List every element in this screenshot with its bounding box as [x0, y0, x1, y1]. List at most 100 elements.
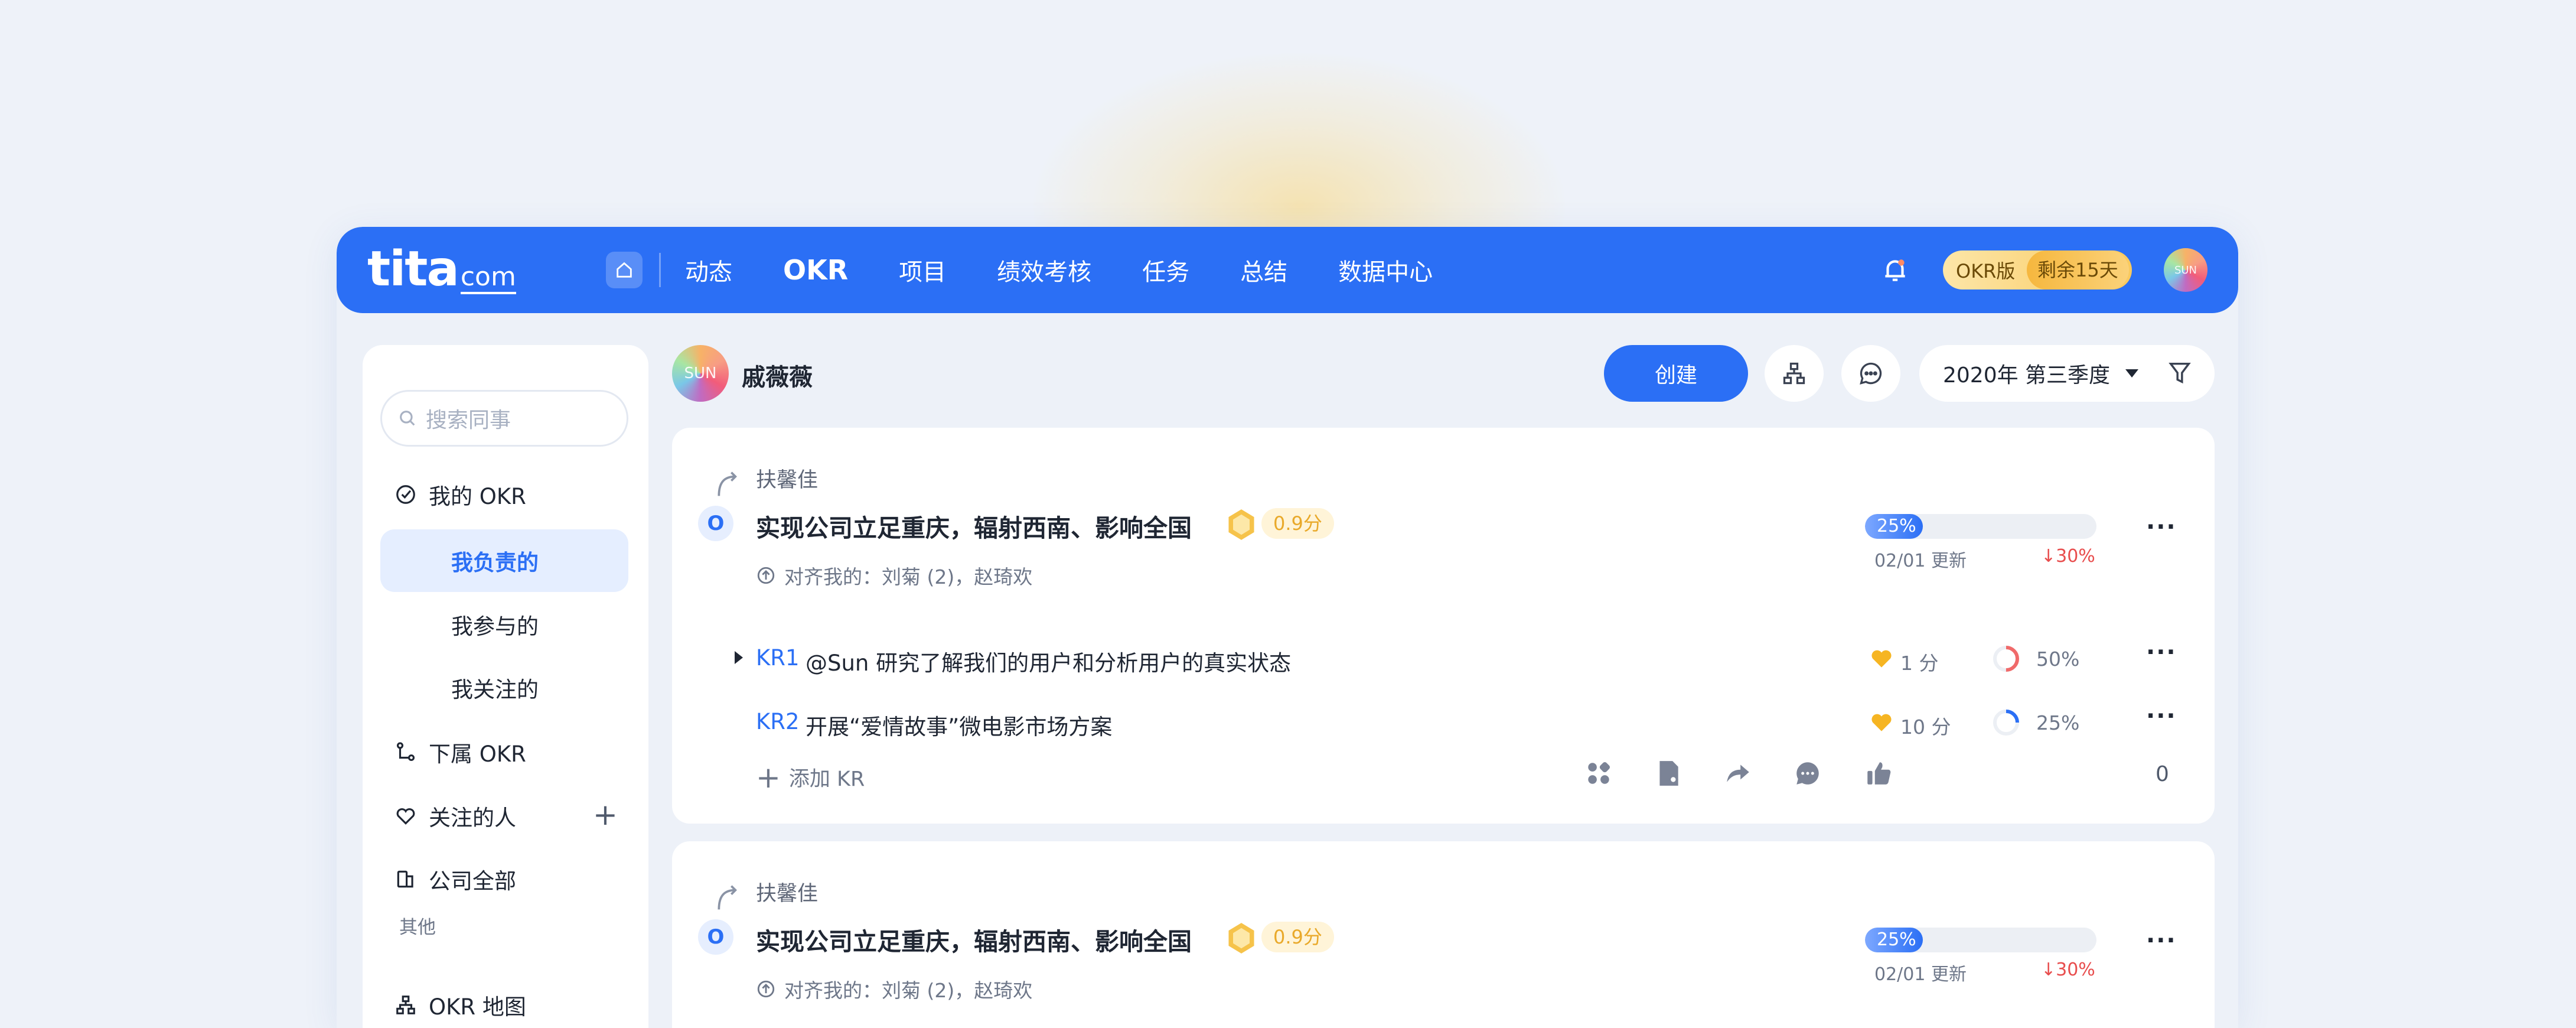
sidebar: 搜索同事 我的 OKR 我负责的 我参与的 我关注的 下属 OKR 关注的人 +…	[363, 345, 648, 1028]
heart-icon	[1871, 650, 1892, 668]
comment-button[interactable]	[1841, 345, 1900, 402]
org-chart-icon	[396, 996, 415, 1014]
building-icon	[397, 870, 413, 888]
like-count: 0	[2156, 762, 2169, 786]
alignment-text: 对齐我的：刘菊 (2)，赵琦欢	[784, 979, 1033, 1002]
share-icon[interactable]	[1723, 759, 1753, 788]
objective-card: 扶馨佳 O 实现公司立足重庆，辐射西南、影响全国 0.9分 对齐我的：刘菊 (2…	[672, 841, 2215, 1028]
align-up-icon	[757, 567, 775, 584]
objective-title[interactable]: 实现公司立足重庆，辐射西南、影响全国	[756, 508, 1192, 544]
nav-item-summary[interactable]: 总结	[1240, 253, 1287, 287]
parent-link-icon	[718, 471, 737, 496]
kr-progress: 50%	[2036, 648, 2080, 671]
filter-icon[interactable]	[2166, 359, 2193, 386]
nav-items: 动态 OKR 项目 绩效考核 任务 总结 数据中心	[685, 227, 1483, 313]
updated-time: 02/01 更新	[1874, 551, 1967, 571]
logo-suffix: com	[460, 262, 516, 294]
nav-item-performance[interactable]: 绩效考核	[997, 253, 1091, 287]
sidebar-item-label: 关注的人	[429, 805, 516, 831]
expand-caret-icon[interactable]	[735, 651, 743, 664]
nav-item-data-center[interactable]: 数据中心	[1338, 253, 1433, 287]
objective-more-button[interactable]: ···	[2146, 929, 2177, 952]
add-kr-button[interactable]: + 添加 KR	[756, 762, 865, 792]
search-icon	[400, 411, 415, 426]
add-following-button[interactable]: +	[593, 800, 618, 829]
sidebar-item-followed[interactable]: 我关注的	[380, 656, 628, 719]
user-name: 戚薇薇	[742, 364, 813, 391]
period-select[interactable]: 2020年 第三季度	[1919, 345, 2215, 402]
apps-icon[interactable]	[1584, 759, 1613, 788]
add-kr-label: 添加 KR	[788, 767, 865, 791]
progress-delta: ↓30%	[2041, 959, 2095, 980]
search-input[interactable]: 搜索同事	[380, 390, 628, 447]
org-chart-icon	[1783, 362, 1805, 385]
updated-time: 02/01 更新	[1874, 964, 1967, 985]
avatar[interactable]: SUN	[2164, 248, 2207, 292]
kr-more-button[interactable]: ···	[2146, 704, 2177, 728]
nav-divider	[659, 253, 661, 287]
heart-icon	[1871, 714, 1892, 731]
nav-item-dynamics[interactable]: 动态	[685, 253, 732, 287]
sidebar-item-following[interactable]: 关注的人	[394, 800, 516, 832]
sidebar-item-label: OKR 地图	[429, 994, 526, 1020]
sidebar-item-okr-map[interactable]: OKR 地图	[394, 989, 526, 1021]
kr-code: KR2	[756, 709, 800, 734]
sidebar-item-label: 我的 OKR	[429, 484, 526, 509]
search-placeholder: 搜索同事	[426, 408, 511, 432]
org-chart-button[interactable]	[1765, 345, 1824, 402]
sidebar-item-my-okr[interactable]: 我的 OKR	[394, 479, 526, 510]
parent-owner: 扶馨佳	[756, 469, 819, 492]
confidence-hexagon-icon	[1228, 509, 1254, 540]
parent-link-icon	[718, 885, 737, 910]
alignment-info[interactable]: 对齐我的：刘菊 (2)，赵琦欢	[756, 561, 1032, 590]
create-button[interactable]: 创建	[1604, 345, 1748, 402]
kr-progress: 25%	[2036, 711, 2080, 734]
progress-delta: ↓30%	[2041, 546, 2095, 567]
sidebar-item-company[interactable]: 公司全部	[394, 863, 516, 895]
progress-fill: 25%	[1865, 514, 1923, 539]
period-value: 2020年 第三季度	[1943, 363, 2111, 388]
objective-badge: O	[698, 506, 733, 541]
alignment-text: 对齐我的：刘菊 (2)，赵琦欢	[784, 565, 1033, 588]
objective-more-button[interactable]: ···	[2146, 515, 2177, 539]
sidebar-section-other: 其他	[399, 917, 436, 938]
kr-code: KR1	[756, 645, 800, 671]
sidebar-item-sub-okr[interactable]: 下属 OKR	[394, 736, 526, 768]
objective-progress-bar: 25%	[1865, 928, 2096, 952]
parent-owner: 扶馨佳	[756, 882, 819, 906]
alignment-info[interactable]: 对齐我的：刘菊 (2)，赵琦欢	[756, 975, 1032, 1003]
objective-progress-bar: 25%	[1865, 514, 2096, 539]
nav-item-projects[interactable]: 项目	[899, 253, 946, 287]
okr-plan-badge[interactable]: OKR版 剩余15天	[1943, 251, 2132, 289]
chevron-down-icon	[2125, 369, 2139, 378]
kr-row[interactable]: KR1 @Sun 研究了解我们的用户和分析用户的真实状态 1 分 50% ···	[672, 637, 2215, 678]
kr-score: 1 分	[1900, 652, 1939, 675]
objective-title[interactable]: 实现公司立足重庆，辐射西南、影响全国	[756, 922, 1192, 957]
kr-text: 开展“爱情故事”微电影市场方案	[806, 714, 1113, 740]
objective-badge: O	[698, 919, 733, 955]
comment-icon[interactable]	[1793, 759, 1822, 788]
nav-item-tasks[interactable]: 任务	[1142, 253, 1189, 287]
chat-bubble-icon	[1860, 362, 1882, 385]
nav-item-okr[interactable]: OKR	[783, 254, 848, 286]
align-up-icon	[757, 980, 775, 998]
progress-fill: 25%	[1865, 928, 1923, 952]
logo[interactable]: titacom	[367, 245, 516, 300]
sidebar-item-participating[interactable]: 我参与的	[380, 593, 628, 656]
confidence-hexagon-icon	[1228, 923, 1254, 954]
trial-remaining: 剩余15天	[2027, 251, 2129, 289]
home-icon	[617, 262, 632, 278]
objective-score: 0.9分	[1261, 922, 1334, 952]
sidebar-item-responsible[interactable]: 我负责的	[380, 529, 628, 592]
thumbs-up-icon[interactable]	[1864, 759, 1893, 788]
bell-icon[interactable]	[1880, 255, 1910, 285]
okr-plan-label: OKR版	[1956, 260, 2016, 282]
user-avatar[interactable]: SUN	[672, 345, 729, 402]
sidebar-item-label: 公司全部	[429, 868, 516, 894]
sidebar-item-label: 下属 OKR	[429, 741, 526, 767]
report-icon[interactable]	[1654, 759, 1683, 788]
kr-row[interactable]: KR2 开展“爱情故事”微电影市场方案 10 分 25% ···	[672, 701, 2215, 742]
home-button[interactable]	[606, 252, 643, 288]
kr-more-button[interactable]: ···	[2146, 640, 2177, 664]
kr-text: @Sun 研究了解我们的用户和分析用户的真实状态	[806, 650, 1292, 676]
